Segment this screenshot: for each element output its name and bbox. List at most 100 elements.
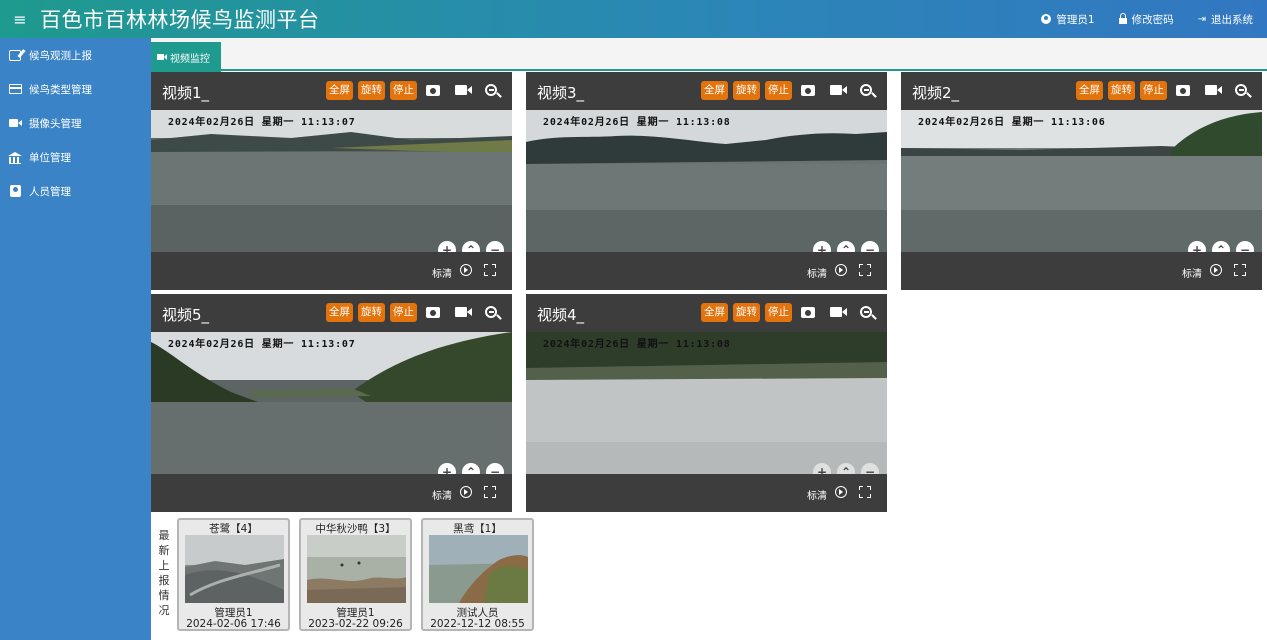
zoom-in-icon[interactable] bbox=[485, 306, 497, 318]
video-tools bbox=[801, 306, 872, 318]
zoom-out-circle-icon[interactable]: − bbox=[486, 463, 504, 474]
record-video-icon[interactable] bbox=[1205, 85, 1222, 95]
video-title: 视频3_ bbox=[537, 84, 585, 102]
expand-icon[interactable] bbox=[484, 486, 496, 498]
rotate-button[interactable]: 旋转 bbox=[733, 81, 760, 100]
ptz-controls: + ⌃ − ‹ ⌄ › bbox=[813, 463, 879, 474]
zoom-in-icon[interactable] bbox=[860, 84, 872, 96]
zoom-in-icon[interactable] bbox=[860, 306, 872, 318]
zoom-in-circle-icon[interactable]: + bbox=[1188, 241, 1206, 252]
zoom-out-circle-icon[interactable]: − bbox=[486, 241, 504, 252]
video-tools bbox=[426, 306, 497, 318]
video-frame bbox=[526, 332, 887, 474]
zoom-in-circle-icon[interactable]: + bbox=[438, 241, 456, 252]
snapshot-camera-icon[interactable] bbox=[801, 306, 815, 318]
playback-icon[interactable] bbox=[1210, 264, 1222, 276]
quality-selector[interactable]: 标清 bbox=[432, 265, 452, 280]
zoom-in-circle-icon[interactable]: + bbox=[813, 463, 831, 474]
logout-link[interactable]: ⇥ 退出系统 bbox=[1198, 12, 1253, 27]
chevron-up-icon[interactable]: ⌃ bbox=[462, 463, 480, 474]
quality-selector[interactable]: 标清 bbox=[1182, 265, 1202, 280]
change-password-label: 修改密码 bbox=[1131, 13, 1174, 26]
snapshot-camera-icon[interactable] bbox=[801, 84, 815, 96]
report-card[interactable]: 中华秋沙鸭【3】 管理员1 2023-02-22 09:26 bbox=[299, 518, 412, 631]
zoom-out-circle-icon[interactable]: − bbox=[1236, 241, 1254, 252]
zoom-out-circle-icon[interactable]: − bbox=[861, 463, 879, 474]
stop-button[interactable]: 停止 bbox=[390, 303, 417, 322]
change-password-link[interactable]: 修改密码 bbox=[1118, 12, 1174, 27]
record-video-icon[interactable] bbox=[830, 307, 847, 317]
sidebar-item-personnel[interactable]: 人员管理 bbox=[0, 174, 151, 208]
video-feed[interactable]: 2024年02月26日 星期一 11:13:08 + ⌃ − ‹ ⌄ › bbox=[526, 332, 887, 474]
video-tools bbox=[801, 84, 872, 96]
menu-toggle-icon[interactable]: ≡ bbox=[0, 10, 40, 29]
stop-button[interactable]: 停止 bbox=[765, 303, 792, 322]
video-frame bbox=[151, 332, 512, 474]
fullscreen-button[interactable]: 全屏 bbox=[701, 303, 728, 322]
quality-selector[interactable]: 标清 bbox=[807, 487, 827, 502]
expand-icon[interactable] bbox=[1234, 264, 1246, 276]
playback-icon[interactable] bbox=[460, 486, 472, 498]
rotate-button[interactable]: 旋转 bbox=[1108, 81, 1135, 100]
snapshot-camera-icon[interactable] bbox=[426, 306, 440, 318]
user-menu[interactable]: 管理员1 bbox=[1041, 12, 1095, 27]
sidebar-item-units[interactable]: 单位管理 bbox=[0, 140, 151, 174]
fullscreen-button[interactable]: 全屏 bbox=[701, 81, 728, 100]
video-actions: 全屏 旋转 停止 bbox=[696, 303, 792, 322]
video-frame bbox=[901, 110, 1262, 252]
sidebar-item-cameras[interactable]: 摄像头管理 bbox=[0, 106, 151, 140]
sidebar: 候鸟观测上报 候鸟类型管理 摄像头管理 单位管理 人员管理 bbox=[0, 38, 151, 640]
rotate-button[interactable]: 旋转 bbox=[733, 303, 760, 322]
quality-selector[interactable]: 标清 bbox=[432, 487, 452, 502]
sidebar-item-observation-report[interactable]: 候鸟观测上报 bbox=[0, 38, 151, 72]
chevron-up-icon[interactable]: ⌃ bbox=[837, 241, 855, 252]
video-panel: 视频1_ 全屏 旋转 停止 2024年02月26日 星期一 11:13:07 +… bbox=[151, 72, 512, 290]
zoom-in-circle-icon[interactable]: + bbox=[813, 241, 831, 252]
playback-icon[interactable] bbox=[835, 486, 847, 498]
playback-icon[interactable] bbox=[835, 264, 847, 276]
video-timestamp: 2024年02月26日 星期一 11:13:08 bbox=[543, 339, 731, 350]
record-video-icon[interactable] bbox=[830, 85, 847, 95]
snapshot-camera-icon[interactable] bbox=[426, 84, 440, 96]
chevron-up-icon[interactable]: ⌃ bbox=[1212, 241, 1230, 252]
zoom-in-icon[interactable] bbox=[485, 84, 497, 96]
fullscreen-button[interactable]: 全屏 bbox=[326, 303, 353, 322]
video-title: 视频1_ bbox=[162, 84, 210, 102]
snapshot-camera-icon[interactable] bbox=[1176, 84, 1190, 96]
video-feed[interactable]: 2024年02月26日 星期一 11:13:06 + ⌃ − ‹ ⌄ › bbox=[901, 110, 1262, 252]
report-bird-name: 中华秋沙鸭【3】 bbox=[315, 523, 396, 535]
rotate-button[interactable]: 旋转 bbox=[358, 303, 385, 322]
report-card[interactable]: 苍鹭【4】 管理员1 2024-02-06 17:46 bbox=[177, 518, 290, 631]
expand-icon[interactable] bbox=[859, 264, 871, 276]
video-timestamp: 2024年02月26日 星期一 11:13:06 bbox=[918, 117, 1106, 128]
stop-button[interactable]: 停止 bbox=[390, 81, 417, 100]
quality-selector[interactable]: 标清 bbox=[807, 265, 827, 280]
chevron-up-icon[interactable]: ⌃ bbox=[462, 241, 480, 252]
stop-button[interactable]: 停止 bbox=[1140, 81, 1167, 100]
zoom-in-icon[interactable] bbox=[1235, 84, 1247, 96]
rotate-button[interactable]: 旋转 bbox=[358, 81, 385, 100]
video-footer: 标清 bbox=[526, 474, 887, 512]
record-video-icon[interactable] bbox=[455, 307, 472, 317]
video-title: 视频2_ bbox=[912, 84, 960, 102]
record-video-icon[interactable] bbox=[455, 85, 472, 95]
video-actions: 全屏 旋转 停止 bbox=[696, 81, 792, 100]
fullscreen-button[interactable]: 全屏 bbox=[1076, 81, 1103, 100]
stop-button[interactable]: 停止 bbox=[765, 81, 792, 100]
sidebar-item-bird-types[interactable]: 候鸟类型管理 bbox=[0, 72, 151, 106]
expand-icon[interactable] bbox=[859, 486, 871, 498]
zoom-out-circle-icon[interactable]: − bbox=[861, 241, 879, 252]
report-card[interactable]: 黑鸢【1】 测试人员 2022-12-12 08:55 bbox=[421, 518, 534, 631]
video-feed[interactable]: 2024年02月26日 星期一 11:13:08 + ⌃ − ‹ ⌄ › bbox=[526, 110, 887, 252]
zoom-in-circle-icon[interactable]: + bbox=[438, 463, 456, 474]
chevron-up-icon[interactable]: ⌃ bbox=[837, 463, 855, 474]
ptz-controls: + ⌃ − ‹ ⌄ › bbox=[1188, 241, 1254, 252]
fullscreen-button[interactable]: 全屏 bbox=[326, 81, 353, 100]
video-feed[interactable]: 2024年02月26日 星期一 11:13:07 + ⌃ − ‹ ⌄ › bbox=[151, 332, 512, 474]
tab-video-monitor[interactable]: 视频监控 bbox=[151, 42, 221, 72]
expand-icon[interactable] bbox=[484, 264, 496, 276]
video-feed[interactable]: 2024年02月26日 星期一 11:13:07 + ⌃ − ‹ ⌄ › bbox=[151, 110, 512, 252]
playback-icon[interactable] bbox=[460, 264, 472, 276]
video-timestamp: 2024年02月26日 星期一 11:13:08 bbox=[543, 117, 731, 128]
logout-label: 退出系统 bbox=[1211, 13, 1253, 26]
